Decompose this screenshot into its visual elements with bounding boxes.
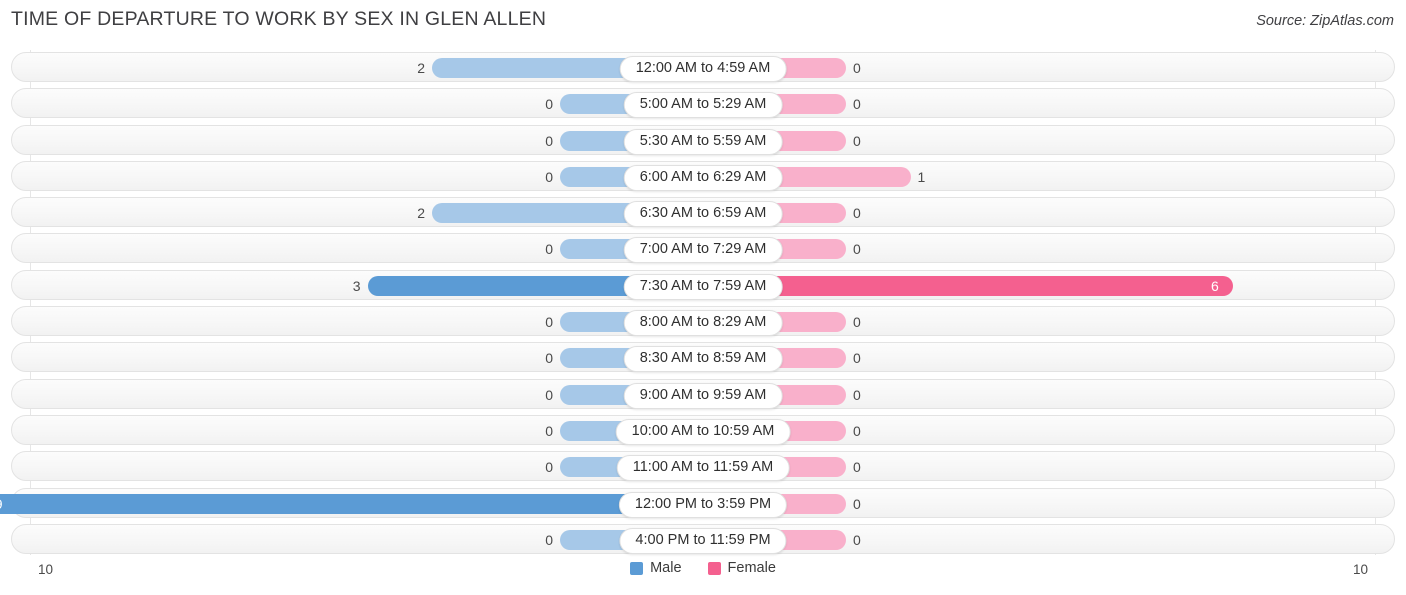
male-value-label: 0 — [545, 168, 553, 185]
female-bar[interactable] — [715, 275, 1233, 296]
bar-row: 3 6 7:30 AM to 7:59 AM — [11, 269, 1395, 300]
male-value-label: 0 — [545, 531, 553, 548]
category-label: 11:00 AM to 11:59 AM — [616, 455, 790, 482]
female-value-label: 0 — [853, 96, 861, 113]
legend-label: Female — [727, 560, 776, 576]
male-value-label: 2 — [417, 205, 425, 222]
male-value-label: 0 — [545, 241, 553, 258]
bar-row: 0 0 4:00 PM to 11:59 PM — [11, 523, 1395, 554]
male-value-label: 0 — [545, 386, 553, 403]
male-value-label: 0 — [545, 132, 553, 149]
bar-row: 0 0 8:00 AM to 8:29 AM — [11, 306, 1395, 337]
category-label: 5:00 AM to 5:29 AM — [623, 92, 783, 119]
bar-row: 0 0 9:00 AM to 9:59 AM — [11, 378, 1395, 409]
bar-row: 9 0 12:00 PM to 3:59 PM — [0, 487, 1395, 518]
bar-row: 0 0 7:00 AM to 7:29 AM — [11, 233, 1395, 264]
page-title: TIME OF DEPARTURE TO WORK BY SEX IN GLEN… — [11, 8, 547, 30]
female-value-label: 0 — [853, 459, 861, 476]
female-value-label: 1 — [917, 168, 926, 185]
category-label: 4:00 PM to 11:59 PM — [619, 527, 787, 554]
category-label: 12:00 PM to 3:59 PM — [618, 491, 788, 518]
male-value-label: 0 — [545, 459, 553, 476]
category-label: 7:00 AM to 7:29 AM — [623, 237, 783, 264]
bar-row: 2 0 6:30 AM to 6:59 AM — [11, 197, 1395, 228]
female-value-label: 0 — [853, 386, 861, 403]
bar-row: 0 0 11:00 AM to 11:59 AM — [11, 451, 1395, 482]
male-value-label: 0 — [545, 350, 553, 367]
female-value-label: 0 — [853, 350, 861, 367]
female-value-label: 0 — [853, 314, 861, 331]
bar-row: 0 0 5:00 AM to 5:29 AM — [11, 88, 1395, 119]
legend-item-male[interactable]: Male — [630, 560, 682, 576]
male-value-label: 0 — [545, 422, 553, 439]
bar-row: 0 0 8:30 AM to 8:59 AM — [11, 342, 1395, 373]
female-value-label: 0 — [853, 132, 861, 149]
female-value-label: 0 — [853, 241, 861, 258]
bar-row: 2 0 12:00 AM to 4:59 AM — [11, 52, 1395, 82]
legend-label: Male — [650, 560, 682, 576]
category-label: 10:00 AM to 10:59 AM — [615, 418, 791, 445]
legend-swatch-icon — [707, 561, 721, 575]
male-value-label: 9 — [0, 489, 3, 519]
bar-row: 0 1 6:00 AM to 6:29 AM — [11, 160, 1395, 191]
bar-row-list: 2 0 12:00 AM to 4:59 AM 0 0 5:00 AM to 5:29 A… — [0, 52, 1406, 560]
female-value-label: 0 — [853, 205, 861, 222]
category-label: 12:00 AM to 4:59 AM — [619, 56, 787, 82]
female-value-label: 0 — [853, 60, 861, 76]
category-label: 6:00 AM to 6:29 AM — [623, 164, 783, 191]
female-value-label: 6 — [1211, 277, 1219, 294]
category-label: 8:30 AM to 8:59 AM — [623, 346, 783, 373]
female-value-label: 0 — [853, 422, 861, 439]
male-value-label: 3 — [352, 277, 361, 294]
female-value-label: 0 — [853, 495, 861, 512]
legend-swatch-icon — [630, 561, 644, 575]
male-value-label: 0 — [545, 96, 553, 113]
bar-row: 0 0 5:30 AM to 5:59 AM — [11, 124, 1395, 155]
male-value-label: 0 — [545, 314, 553, 331]
category-label: 5:30 AM to 5:59 AM — [623, 128, 783, 155]
chart-root: TIME OF DEPARTURE TO WORK BY SEX IN GLEN… — [0, 0, 1406, 595]
legend-item-female[interactable]: Female — [707, 560, 776, 576]
category-label: 7:30 AM to 7:59 AM — [623, 273, 783, 300]
category-label: 8:00 AM to 8:29 AM — [623, 310, 783, 337]
category-label: 6:30 AM to 6:59 AM — [623, 201, 783, 228]
source-attribution: Source: ZipAtlas.com — [1256, 13, 1394, 29]
bar-row: 0 0 10:00 AM to 10:59 AM — [11, 414, 1395, 445]
plot-area: 2 0 12:00 AM to 4:59 AM 0 0 5:00 AM to 5:29 A… — [0, 50, 1406, 555]
chart-legend: Male Female — [0, 560, 1406, 576]
male-value-label: 2 — [417, 60, 425, 76]
male-bar[interactable] — [0, 493, 691, 514]
category-label: 9:00 AM to 9:59 AM — [623, 382, 783, 409]
female-value-label: 0 — [853, 531, 861, 548]
